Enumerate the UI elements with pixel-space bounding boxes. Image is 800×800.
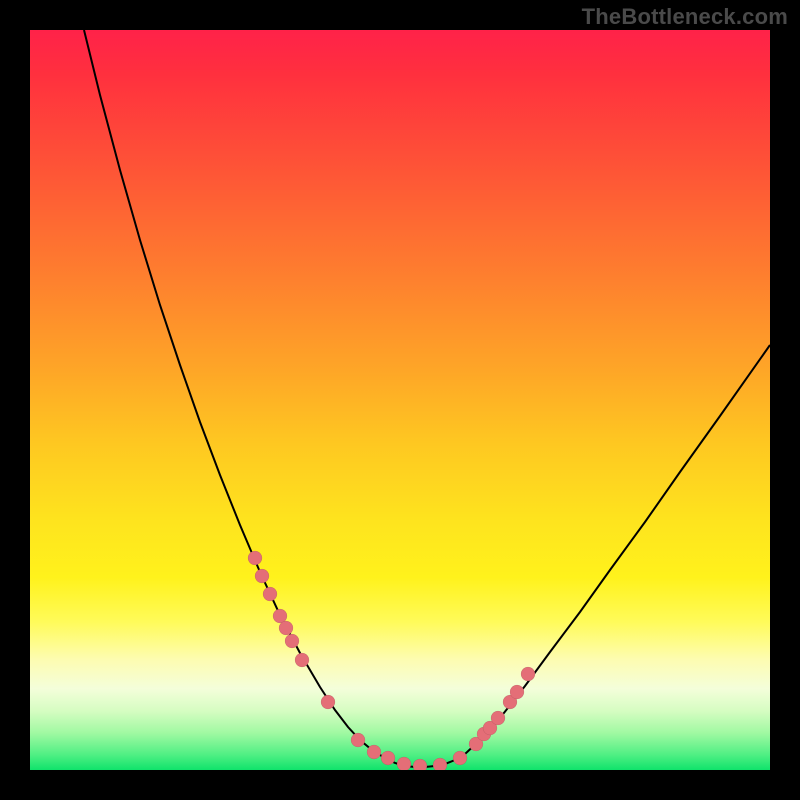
marker-dot — [413, 759, 427, 770]
curve-layer — [30, 30, 770, 770]
marker-group — [248, 551, 535, 770]
marker-dot — [381, 751, 395, 765]
marker-dot — [255, 569, 269, 583]
marker-dot — [491, 711, 505, 725]
marker-dot — [510, 685, 524, 699]
curve-left-arm — [84, 30, 385, 758]
marker-dot — [248, 551, 262, 565]
marker-dot — [321, 695, 335, 709]
watermark-text: TheBottleneck.com — [582, 4, 788, 30]
chart-stage: TheBottleneck.com — [0, 0, 800, 800]
marker-dot — [351, 733, 365, 747]
marker-dot — [285, 634, 299, 648]
marker-dot — [367, 745, 381, 759]
plot-area — [30, 30, 770, 770]
marker-dot — [453, 751, 467, 765]
marker-dot — [397, 757, 411, 770]
marker-dot — [279, 621, 293, 635]
marker-dot — [521, 667, 535, 681]
marker-dot — [433, 758, 447, 770]
marker-dot — [295, 653, 309, 667]
marker-dot — [263, 587, 277, 601]
